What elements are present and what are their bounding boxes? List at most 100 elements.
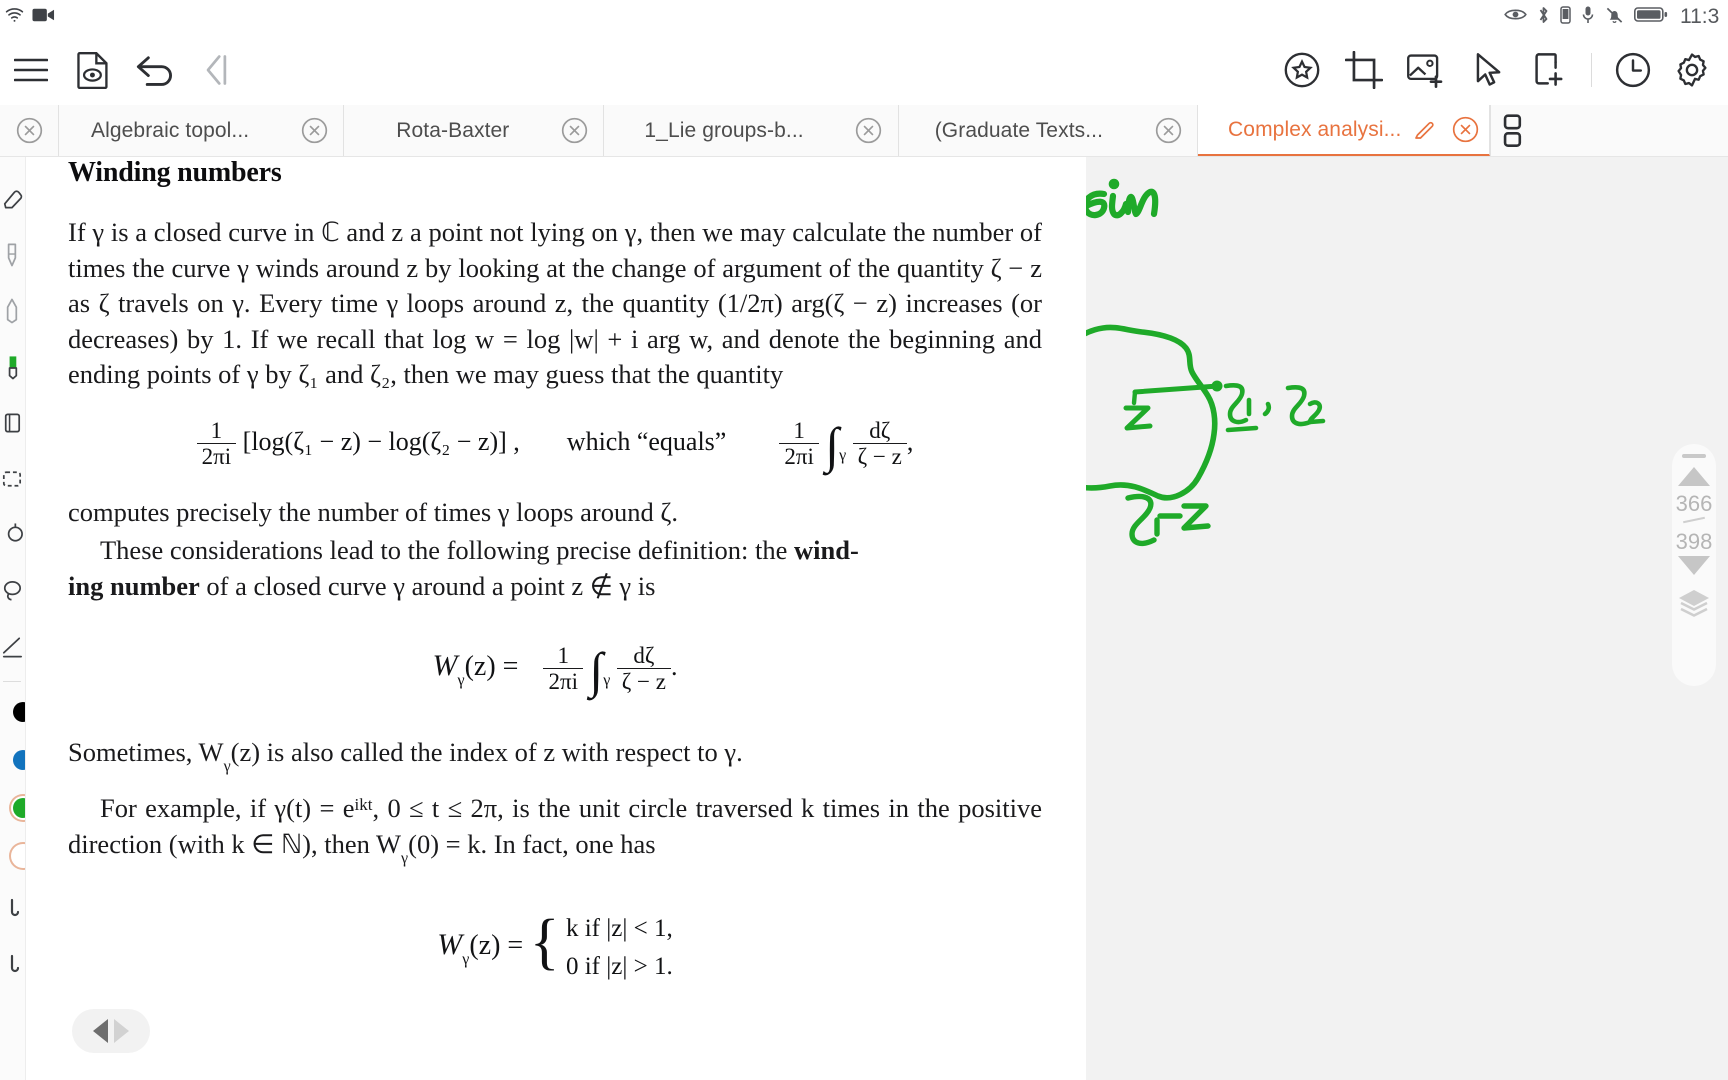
fraction-numerator: 1 xyxy=(557,643,569,669)
color-swatch-blue[interactable] xyxy=(0,736,25,784)
crop-icon[interactable] xyxy=(1333,39,1395,101)
paragraph: Sometimes, Wγ(z) is also called the inde… xyxy=(68,735,1042,785)
tab-item[interactable]: (Graduate Texts... xyxy=(899,105,1199,156)
integral-sign: ∫ xyxy=(589,642,604,699)
handwritten-ink-layer xyxy=(1086,178,1326,547)
color-swatch-outline[interactable] xyxy=(0,832,25,880)
tab-item[interactable]: Rota-Baxter xyxy=(344,105,605,156)
fraction: dζ ζ − z xyxy=(616,644,671,694)
swatch-dot xyxy=(13,846,25,866)
tab-item[interactable]: 1_Lie groups-b... xyxy=(604,105,899,156)
ink-tick xyxy=(1131,389,1138,406)
subscript: γ xyxy=(223,757,231,775)
shape-tool-icon[interactable] xyxy=(0,507,25,563)
ruler-tool-icon[interactable] xyxy=(0,619,25,675)
equation-trailing: , xyxy=(906,426,914,456)
paragraph: If γ is a closed curve in ℂ and z a poin… xyxy=(68,217,1042,389)
cases-block: k if |z| < 1, 0 if |z| > 1. xyxy=(566,910,673,986)
equation-lhs-arg: (z) = xyxy=(464,651,519,683)
note-tool-icon[interactable] xyxy=(0,395,25,451)
tab-close-icon[interactable] xyxy=(1139,117,1197,144)
fraction-numerator: dζ xyxy=(869,417,891,443)
tab-close-icon[interactable] xyxy=(545,117,603,144)
paragraph-pre: For example, if γ(t) = e xyxy=(100,793,355,824)
swatch-dot xyxy=(13,750,25,770)
paragraph: These considerations lead to the followi… xyxy=(68,533,1042,604)
total-page-number: 398 xyxy=(1675,529,1713,554)
document-preview-icon[interactable] xyxy=(62,39,124,101)
prev-arrow-icon[interactable] xyxy=(93,1019,108,1043)
tab-item[interactable]: Algebraic topol... xyxy=(59,105,345,156)
bluetooth-icon xyxy=(1537,5,1550,30)
add-page-icon[interactable] xyxy=(1519,39,1581,101)
fraction: dζ ζ − z xyxy=(852,417,907,469)
eraser-tool-icon[interactable] xyxy=(0,171,25,227)
color-swatch-black[interactable] xyxy=(0,688,25,736)
eye-icon xyxy=(1504,7,1527,27)
page-up-triangle-icon[interactable] xyxy=(1678,467,1710,486)
ink-label-comma xyxy=(1262,401,1272,417)
drag-handle-icon[interactable] xyxy=(1682,454,1706,458)
next-arrow-icon[interactable] xyxy=(114,1019,129,1043)
star-circle-icon[interactable] xyxy=(1271,39,1333,101)
tab-label: Complex analysi... xyxy=(1228,117,1402,141)
fraction-denominator: ζ − z xyxy=(852,442,907,469)
app-root: 11:3 Algebraic topol... Rota-Baxter 1_Li… xyxy=(0,0,1728,1080)
document-page[interactable]: Winding numbers If γ is a closed curve i… xyxy=(26,157,1086,1080)
tab-close-icon[interactable] xyxy=(0,117,58,144)
ink-label-z xyxy=(1123,405,1153,431)
text-box-tool-icon[interactable] xyxy=(0,451,25,507)
tab-close-icon[interactable] xyxy=(1441,116,1489,143)
equation-lhs: W xyxy=(432,649,458,683)
tab-item[interactable] xyxy=(0,105,59,156)
equation-lhs-arg: (z) = xyxy=(469,930,524,962)
page-down-triangle-icon[interactable] xyxy=(1678,556,1710,575)
pencil-tool-icon[interactable] xyxy=(0,283,25,339)
annotation-canvas[interactable]: 366 398 xyxy=(1086,157,1728,1080)
edit-pencil-icon[interactable] xyxy=(1407,118,1441,142)
highlighter-tool-icon[interactable] xyxy=(0,339,25,395)
toolbar-divider xyxy=(1591,52,1592,87)
status-bar-left xyxy=(4,5,55,29)
document-content: Winding numbers If γ is a closed curve i… xyxy=(26,157,1086,1012)
collapse-left-icon[interactable] xyxy=(186,39,248,101)
lasso-tool-icon[interactable] xyxy=(0,563,25,619)
ink-closed-curve xyxy=(1086,324,1218,501)
battery-small-icon xyxy=(1560,5,1571,30)
bell-off-icon xyxy=(1605,5,1624,30)
pen-tool-icon[interactable] xyxy=(0,227,25,283)
tab-close-icon[interactable] xyxy=(285,117,343,144)
ink-label-zeta-1 xyxy=(1223,382,1259,433)
cursor-select-icon[interactable] xyxy=(1457,39,1519,101)
integral-subscript: γ xyxy=(839,446,847,464)
swatch-dot xyxy=(13,702,25,722)
page-navigator[interactable]: 366 398 xyxy=(1672,444,1716,686)
fraction: 1 2πi xyxy=(196,417,237,469)
current-page-number: 366 xyxy=(1675,491,1713,516)
color-swatch-green[interactable] xyxy=(0,784,25,832)
pen-width-icon[interactable] xyxy=(0,880,25,936)
add-image-icon[interactable] xyxy=(1395,39,1457,101)
paragraph: computes precisely the number of times γ… xyxy=(68,496,678,527)
paragraph: For example, if γ(t) = eikt, 0 ≤ t ≤ 2π,… xyxy=(68,787,1042,876)
menu-icon[interactable] xyxy=(0,39,62,101)
microphone-icon xyxy=(1581,5,1595,30)
pen-width-icon-2[interactable] xyxy=(0,936,25,992)
equation-trailing: . xyxy=(670,652,678,682)
display-equation-3: Wγ(z) = { k if |z| < 1, 0 if |z| > 1. xyxy=(68,910,1042,986)
page-flip-control[interactable] xyxy=(72,1009,150,1053)
status-bar-right: 11:3 xyxy=(1504,5,1722,30)
tab-overview-icon[interactable] xyxy=(1490,105,1534,156)
undo-icon[interactable] xyxy=(124,39,186,101)
layers-icon[interactable] xyxy=(1677,588,1711,623)
superscript: ikt xyxy=(354,795,373,815)
history-clock-icon[interactable] xyxy=(1602,39,1664,101)
fraction-denominator: 2πi xyxy=(779,442,819,469)
fraction-numerator: 1 xyxy=(210,417,223,443)
settings-gear-icon[interactable] xyxy=(1664,39,1720,101)
equation-lhs-subscript: γ xyxy=(457,672,465,690)
display-equation-1: 1 2πi [log(ζ₁ − z) − log(ζ₂ − z)] , whic… xyxy=(68,417,1042,470)
tab-close-icon[interactable] xyxy=(840,117,898,144)
status-bar: 11:3 xyxy=(0,0,1728,34)
tab-item-active[interactable]: Complex analysi... xyxy=(1198,105,1491,156)
